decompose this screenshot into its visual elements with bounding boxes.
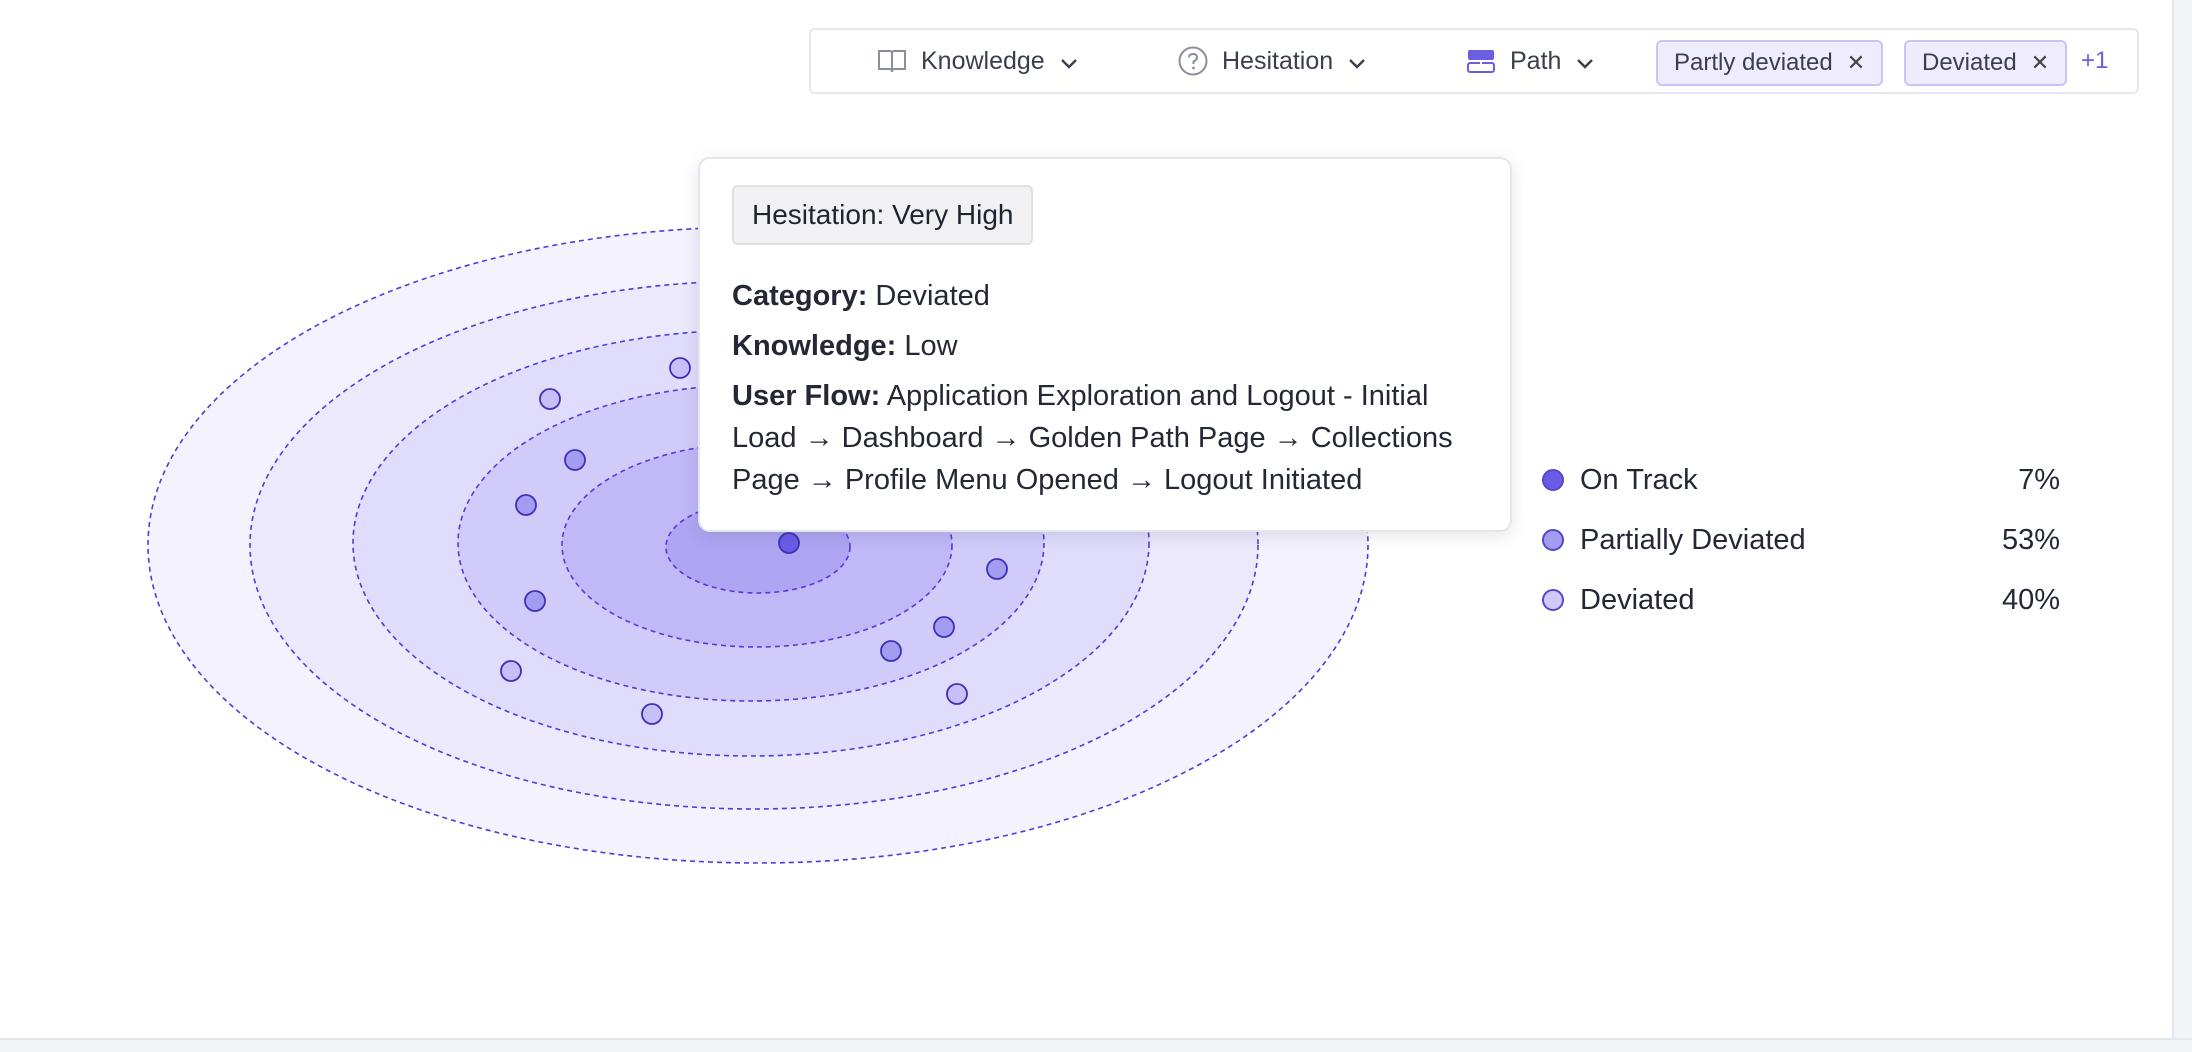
data-point (933, 616, 955, 638)
legend-swatch (1542, 469, 1564, 491)
hesitation-badge: Hesitation: Very High (732, 185, 1034, 245)
legend-item-on-track[interactable]: On Track 7% (1540, 450, 2060, 510)
legend-percentage: 7% (2018, 463, 2060, 496)
legend-item-partially-deviated[interactable]: Partially Deviated 53% (1540, 510, 2060, 570)
legend-label: Partially Deviated (1580, 523, 1806, 556)
data-point (946, 683, 968, 705)
tooltip-category: Category: Deviated (732, 280, 990, 312)
legend-item-deviated[interactable]: Deviated 40% (1540, 570, 2060, 630)
legend-label: Deviated (1580, 583, 1695, 616)
legend-percentage: 53% (2001, 523, 2060, 556)
data-point (515, 494, 537, 516)
data-point (641, 703, 663, 725)
data-point-on-track (778, 532, 800, 554)
data-point (564, 449, 586, 471)
legend-swatch (1542, 529, 1564, 551)
chart-legend: On Track 7% Partially Deviated 53% Devia… (1540, 450, 2060, 630)
data-point (986, 558, 1008, 580)
data-point (539, 388, 561, 410)
tooltip-user-flow: User Flow: Application Exploration and L… (732, 380, 1453, 496)
legend-percentage: 40% (2001, 583, 2060, 616)
data-point (880, 640, 902, 662)
data-point (524, 590, 546, 612)
data-point (669, 357, 691, 379)
tooltip-knowledge: Knowledge: Low (732, 330, 958, 362)
data-point-tooltip: Hesitation: Very High Category: Deviated… (698, 157, 1512, 532)
data-point (500, 660, 522, 682)
legend-swatch (1542, 589, 1564, 611)
legend-label: On Track (1580, 463, 1698, 496)
